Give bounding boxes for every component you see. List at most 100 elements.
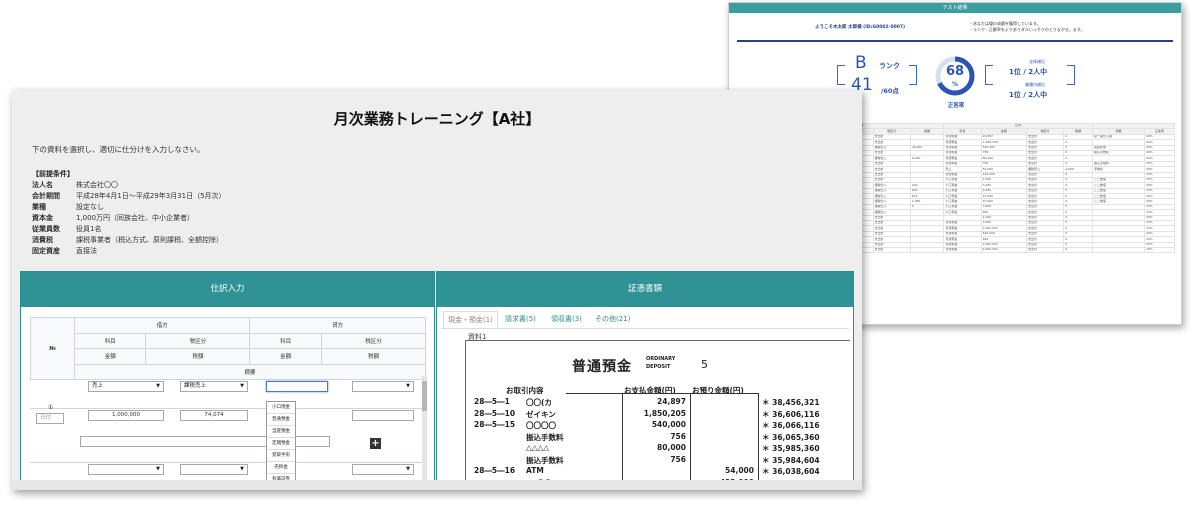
result-header: テスト結果 [729,3,1181,13]
credit-taxclass-select[interactable]: ▼ [352,381,414,392]
header-deposit: お預り金額(円) [692,386,744,395]
debit-tax-header: 税額 [145,348,251,365]
debit-account-select-2[interactable]: ▼ [88,464,164,475]
dropdown-option[interactable]: 当座預金 [267,426,295,438]
account-dropdown: 小口現金普通預金当座預金定期預金受取手形売掛金有価証券 [266,401,296,487]
statement-desc: 振込手数料 [526,455,564,465]
statement-bal: ＊ 35,984,604 [762,455,820,465]
credit-taxclass-select-2[interactable]: ▼ [352,464,414,475]
statement-desc: ゼイキン [526,409,556,419]
caret-down-icon: ▼ [156,466,160,472]
debit-amount-input[interactable]: 1,000,000 [88,410,164,421]
score-total: /60点 [881,87,899,95]
caret-down-icon: ▼ [156,383,160,389]
bracket-left [985,65,993,85]
training-window: 月次業務トレーニング【A社】 下の資料を選択し、適切に仕分けを入力しなさい。 【… [12,90,862,490]
condition-value: 株式会社〇〇 [76,181,118,189]
condition-value: 役員1名 [76,225,102,233]
statement-bal: ＊ 36,606,116 [762,409,820,419]
credit-header: 貸方 [249,317,426,334]
credit-taxclass-header: 税区分 [320,332,427,349]
debit-amount-header: 金額 [73,348,147,365]
condition-value: 1,000万円（同族会社、中小企業者） [76,214,195,222]
divider [737,40,1173,42]
statement-date: 28―5―15 [474,420,516,429]
statement-bal: ＊ 36,038,604 [762,467,820,476]
statement-date: 28―5―10 [474,408,516,418]
date-input[interactable]: 日付 [36,413,64,424]
statement-desc: 〇〇〇〇 [526,421,556,430]
condition-item: 法人名 株式会社〇〇 [32,180,118,190]
summary-header: 摘要 [74,363,426,380]
table-cell: 普通預金 [943,246,982,254]
documents-panel: 証憑書類 現金・預金(1) 請求書(5) 領収書(3) その他(21) 資料1 … [436,271,854,490]
journal-no-header: № [30,317,75,380]
journal-scrollbar[interactable] [422,376,427,484]
statement-pay: 756 [670,454,686,464]
statement-desc: ATM [526,466,544,475]
statement-pay: 756 [670,431,686,441]
dropdown-option[interactable]: 売掛金 [267,462,295,474]
instructions: 下の資料を選択し、適切に仕分けを入力しなさい。 [32,145,205,154]
header-rule [566,393,759,394]
credit-tax-input[interactable] [352,410,414,421]
caret-down-icon: ▼ [240,466,244,472]
result-notes: ・あなたは優の成績を獲得しています。 ・ランク・正解率をよりありダルいっそりのと… [969,21,1084,33]
tab-invoice[interactable]: 請求書(5) [505,314,536,324]
condition-item: 従業員数 役員1名 [32,224,101,234]
debit-taxclass-header: 税区分 [145,332,251,349]
debit-taxclass-select-2[interactable]: ▼ [180,464,248,475]
tab-other[interactable]: その他(21) [595,314,630,324]
condition-item: 会計期間 平成28年4月1日～平成29年3月31日（5月次） [32,191,226,201]
statement-dep: 54,000 [725,466,754,475]
condition-item: 固定資産 直接法 [32,246,97,256]
statement-pay: 1,850,205 [643,408,686,418]
journal-row-number: ① [48,404,54,411]
page-title: 月次業務トレーニング【A社】 [333,110,541,128]
add-row-button[interactable]: + [370,438,381,449]
table-cell: 20% [1144,246,1175,254]
condition-value: 平成28年4月1日～平成29年3月31日（5月次） [76,192,226,200]
journal-panel-title: 仕訳入力 [21,272,434,307]
passbook-number: 5 [701,358,708,371]
condition-item: 業種 設定なし [32,202,104,212]
passbook-title: 普通預金 [572,359,632,375]
debit-taxclass-select[interactable]: 課税売上 ▼ [180,381,248,392]
statement-date: 28―5―1 [474,397,510,406]
condition-key: 業種 [32,203,46,211]
caret-down-icon: ▼ [240,383,244,389]
debit-tax-input[interactable]: 74,074 [180,410,248,421]
table-cell: 支出計 [872,246,911,254]
header-description: お取引内容 [506,386,544,395]
rate-number: 68 [945,64,965,79]
statement-bal: ＊ 36,066,116 [762,421,820,430]
condition-item: 資本金 1,000万円（同族会社、中小企業者） [32,213,194,223]
dropdown-option[interactable]: 小口現金 [267,402,295,414]
tab-receipt[interactable]: 領収書(3) [551,314,582,324]
rate-unit: % [951,81,958,88]
dropdown-option[interactable]: 定期預金 [267,438,295,450]
condition-value: 設定なし [76,203,104,211]
tab-underline [441,328,849,329]
debit-header: 借方 [73,317,251,334]
bracket-right [909,65,917,85]
dropdown-option[interactable]: 普通預金 [267,414,295,426]
window-bottom [12,480,862,490]
statement-pay: 24,897 [657,397,686,406]
statement-pay: 540,000 [651,420,686,429]
statement-pay: 80,000 [657,443,686,452]
tab-cash-deposit[interactable]: 現金・預金(1) [443,311,498,328]
statement-bal: ＊ 35,985,360 [762,444,820,453]
note-line: ・ランク・正解率をよりありダルいっそりのとりまかせ。ます。 [969,27,1085,32]
rate-percent: 68 % [934,65,976,91]
scrollbar-thumb[interactable] [422,381,427,411]
bracket-left [837,65,845,85]
table-cell: 支出計 [1025,246,1065,254]
statement-row: △△△△ 80,000 ＊ 35,985,360 [466,443,851,454]
credit-account-input[interactable] [266,381,328,392]
dropdown-option[interactable]: 受取手形 [267,450,295,462]
statement-date: 28―5―16 [474,466,516,475]
debit-account-select[interactable]: 売上 ▼ [88,381,164,392]
table-cell: 0 [1063,246,1093,254]
credit-account-header: 科目 [249,332,322,349]
